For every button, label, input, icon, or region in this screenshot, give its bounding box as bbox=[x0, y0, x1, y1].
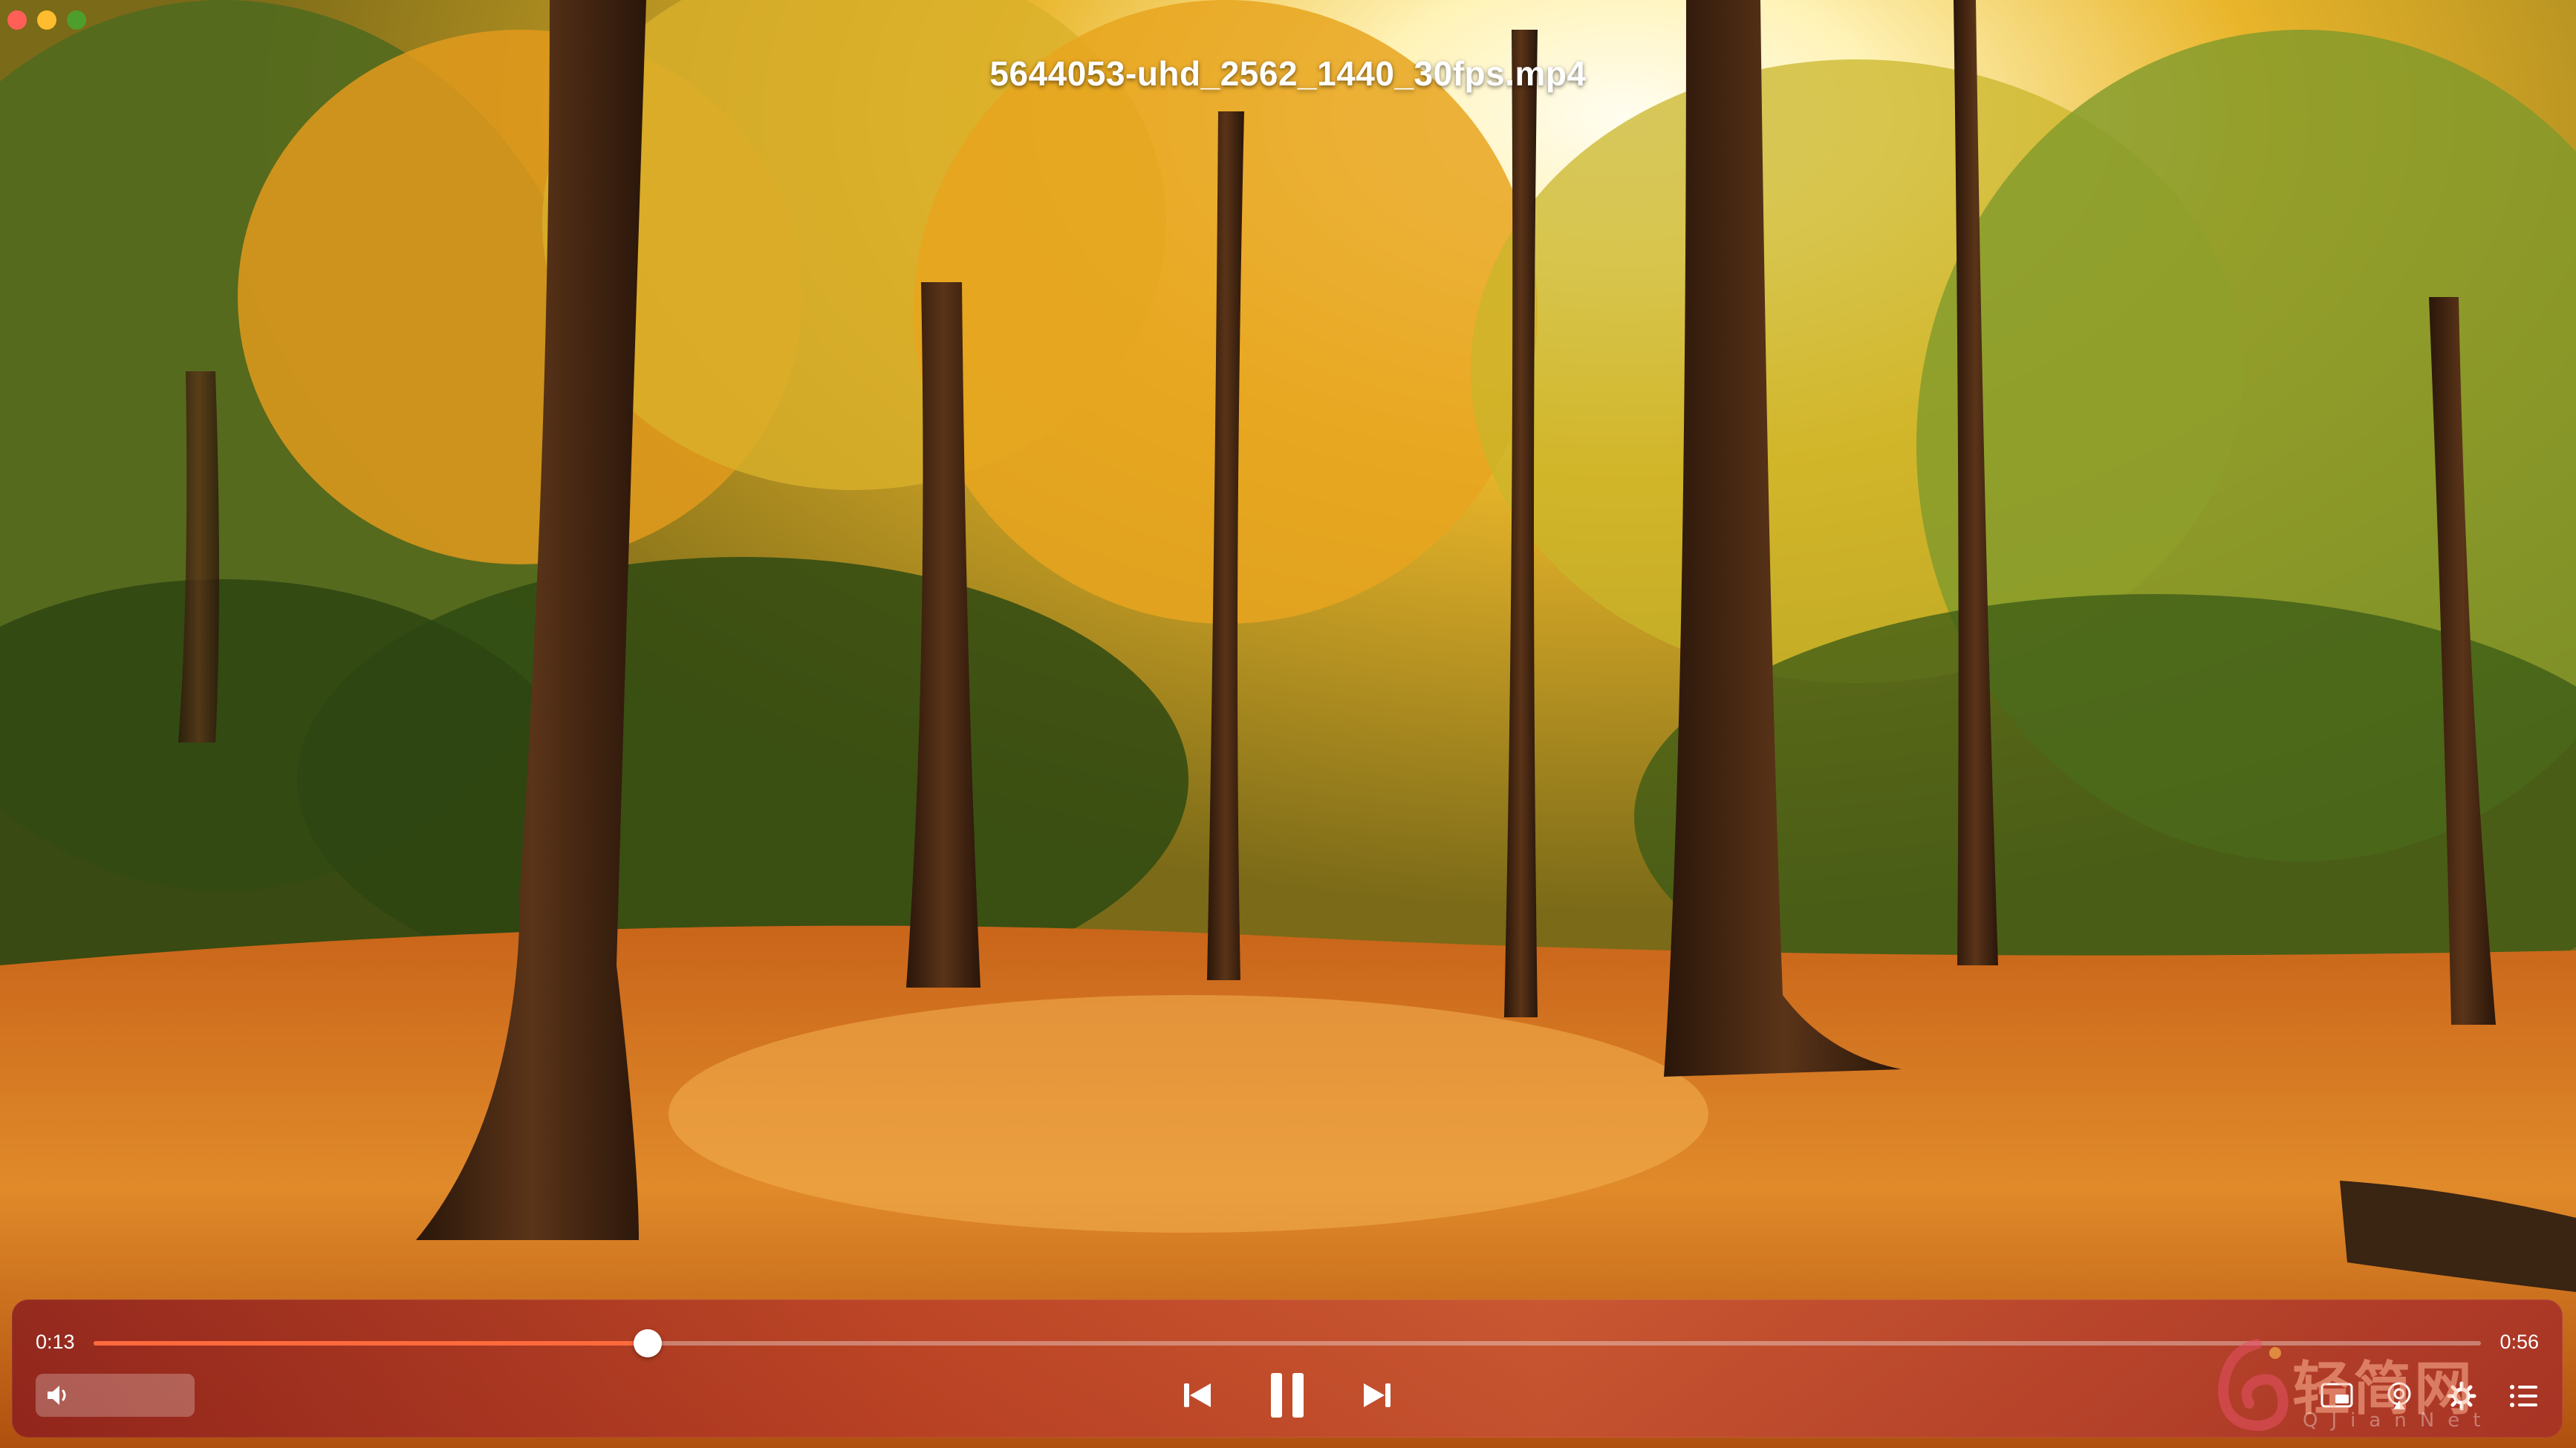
close-window-button[interactable] bbox=[7, 10, 27, 30]
next-button[interactable] bbox=[1358, 1376, 1396, 1415]
watermark-subtext: QJianNet bbox=[2303, 1409, 2494, 1432]
pause-icon bbox=[1271, 1373, 1304, 1418]
zoom-window-button[interactable] bbox=[67, 10, 86, 30]
window-title: 5644053-uhd_2562_1440_30fps.mp4 bbox=[989, 54, 1587, 93]
minimize-window-button[interactable] bbox=[37, 10, 56, 30]
progress-slider[interactable] bbox=[94, 1329, 2481, 1357]
watermark-logo: 轻简网 QJianNet bbox=[2205, 1329, 2554, 1441]
progress-knob[interactable] bbox=[633, 1329, 662, 1357]
video-frame[interactable] bbox=[0, 0, 2576, 1448]
previous-icon bbox=[1184, 1383, 1211, 1407]
window-controls bbox=[7, 10, 86, 30]
elapsed-time: 0:13 bbox=[36, 1331, 75, 1353]
next-icon bbox=[1364, 1383, 1391, 1407]
pause-button[interactable] bbox=[1264, 1371, 1310, 1420]
watermark-swirl-icon bbox=[2217, 1339, 2289, 1432]
previous-button[interactable] bbox=[1178, 1376, 1217, 1415]
playback-control-bar: 0:13 0:56 bbox=[12, 1299, 2563, 1438]
transport-controls bbox=[12, 1371, 2563, 1420]
progress-fill bbox=[94, 1341, 648, 1346]
forest-scene-image bbox=[0, 0, 2576, 1448]
